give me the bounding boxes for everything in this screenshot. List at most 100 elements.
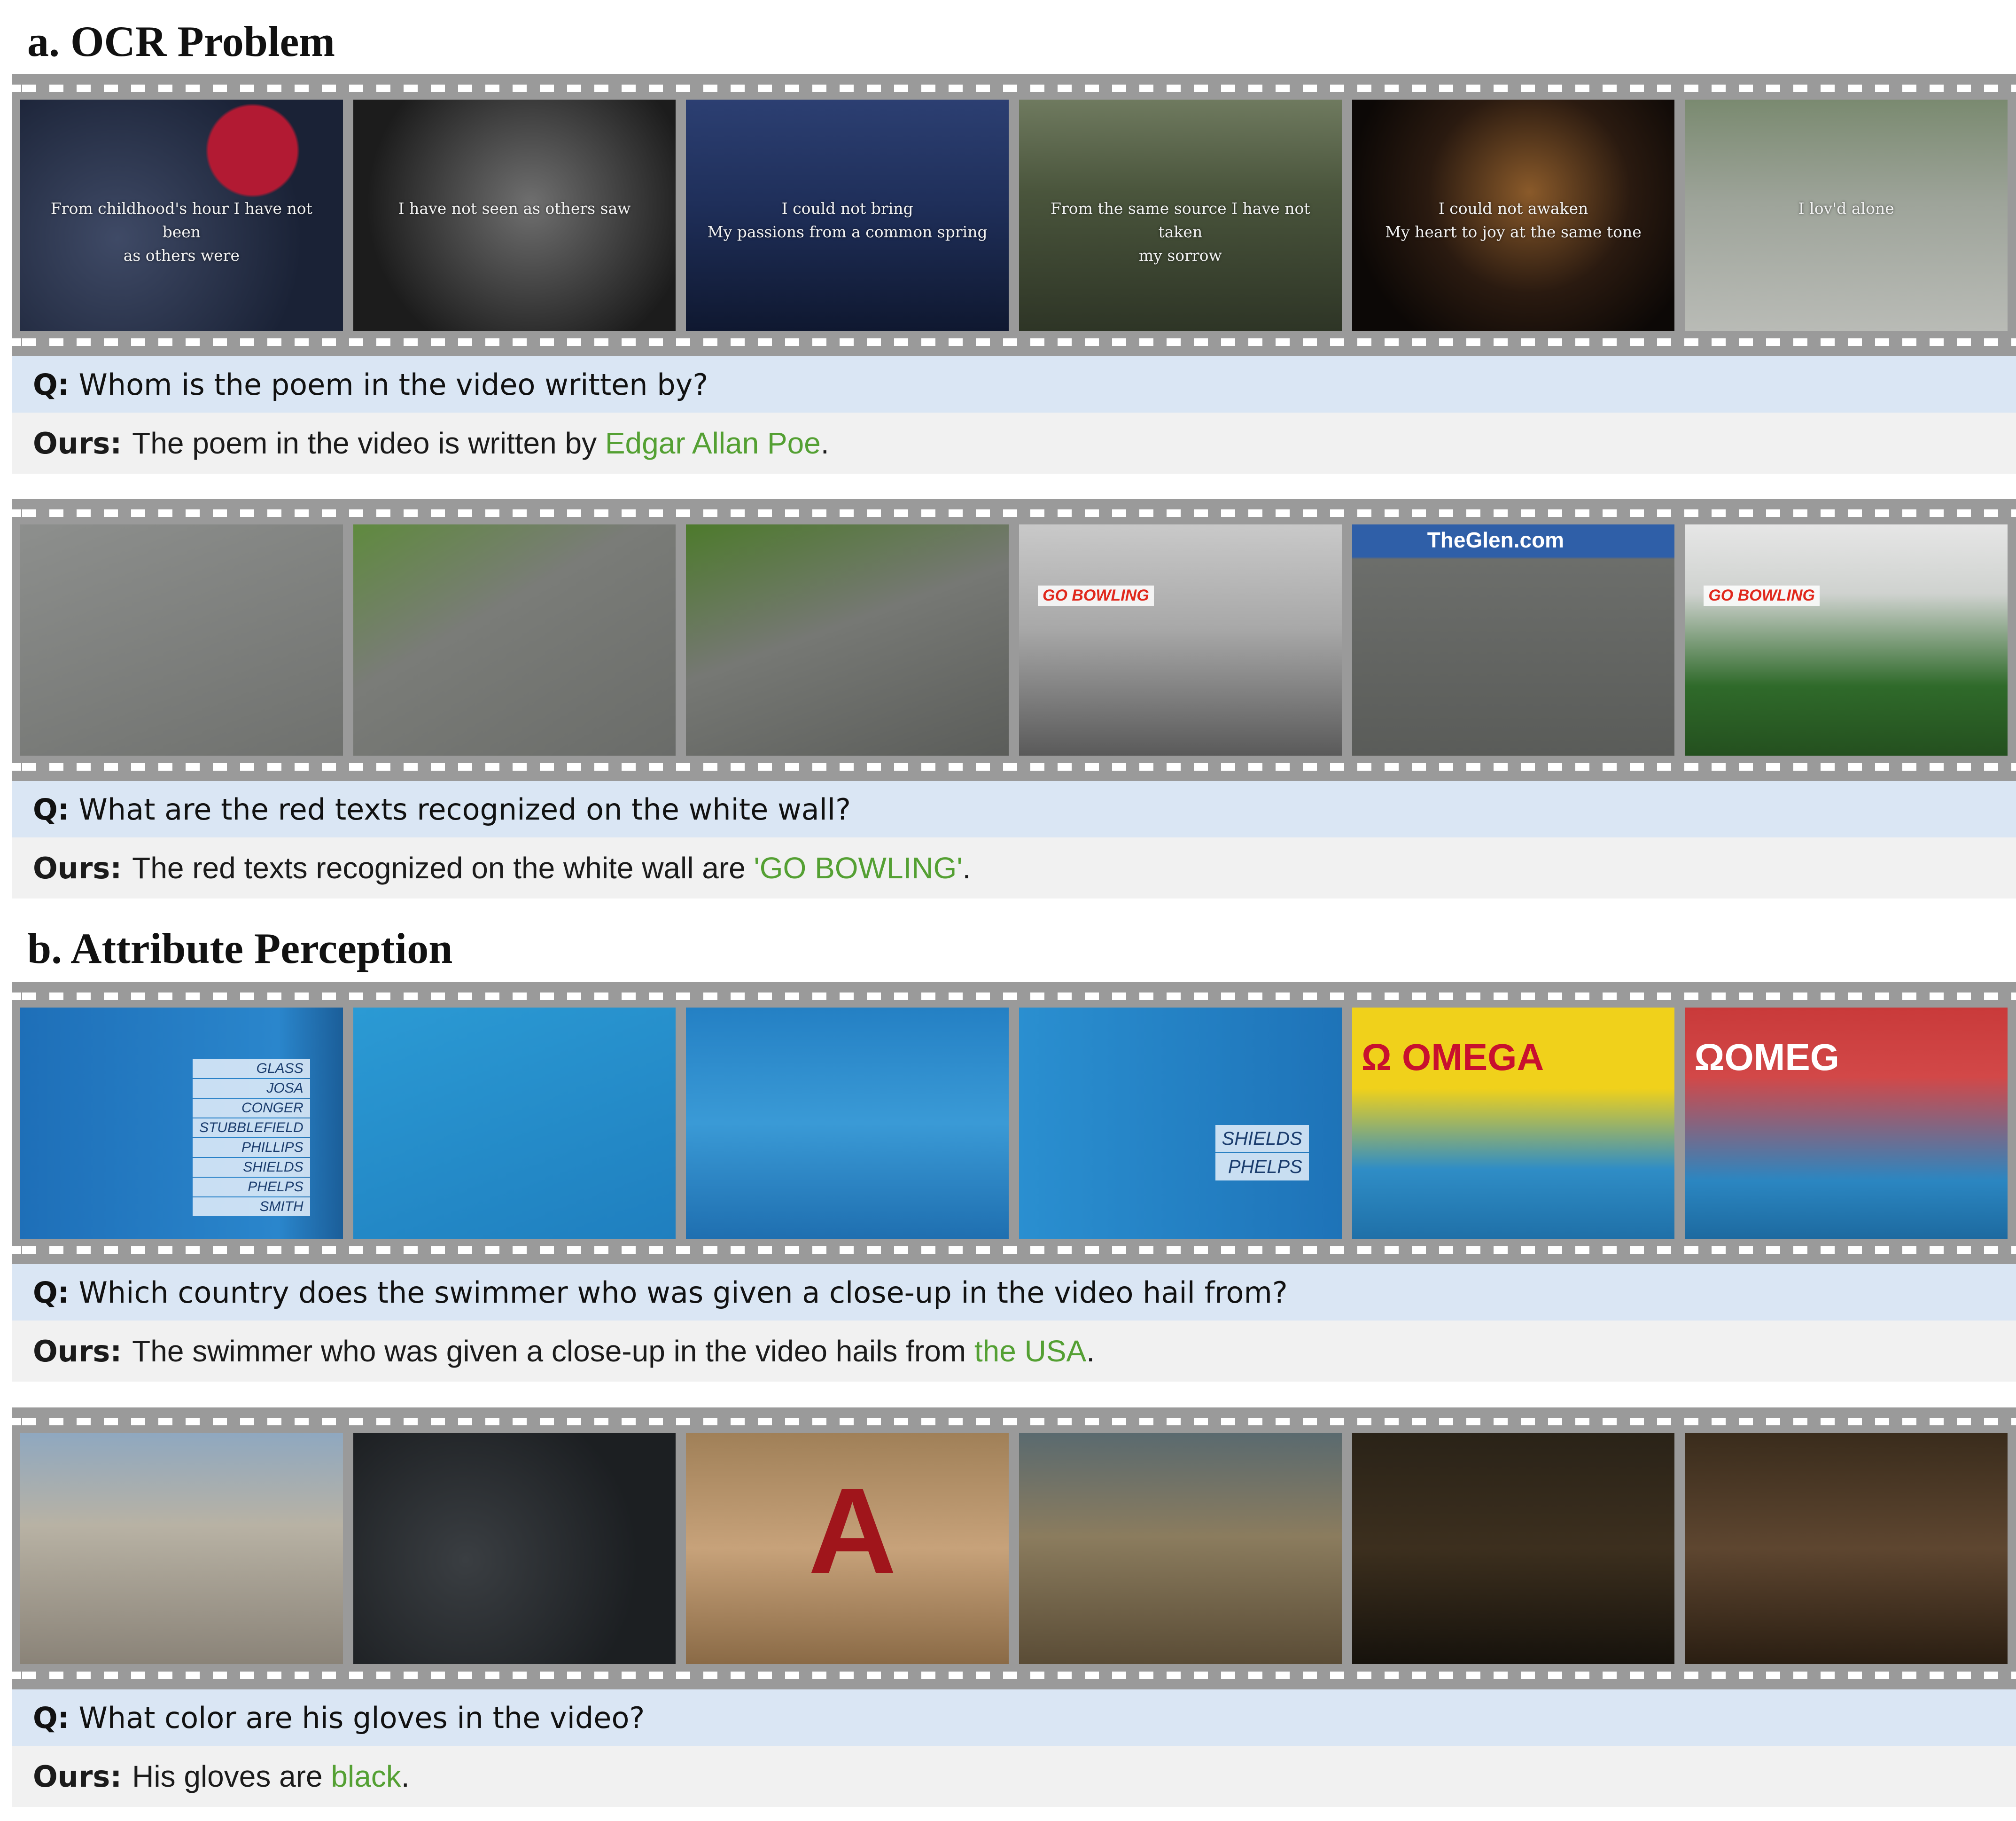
lane-name: PHELPS: [1215, 1153, 1309, 1180]
lane-name: SHIELDS: [1215, 1125, 1309, 1152]
film-perforation: [12, 763, 2016, 771]
answer-row: Ours: The poem in the video is written b…: [12, 413, 2016, 474]
answer-end: .: [401, 1759, 410, 1793]
lane-name: STUBBLEFIELD: [192, 1118, 310, 1137]
video-frame: From the same source I have not taken my…: [1019, 100, 1342, 331]
sponsor-banner: ΩOMEG: [1694, 1036, 1839, 1078]
attribute-example-2: A Q: What color are his gloves in the vi…: [12, 1407, 2016, 1807]
lane-name: JOSA: [192, 1079, 310, 1098]
ocr-example-2: GO BOWLING TheGlen.com GO BOWLING Q: What …: [12, 499, 2016, 899]
video-frame: [20, 1433, 343, 1664]
video-frame: TheGlen.com: [1352, 524, 1675, 756]
video-frame: [1352, 1433, 1675, 1664]
video-frame: [686, 1008, 1009, 1239]
answer-end: .: [1086, 1334, 1095, 1368]
answer-row: Ours: The swimmer who was given a close-…: [12, 1321, 2016, 1382]
question-text: What are the red texts recognized on the…: [78, 792, 851, 827]
question-row: Q: What are the red texts recognized on …: [12, 781, 2016, 837]
film-perforation: [12, 338, 2016, 346]
video-frame: I have not seen as others saw: [353, 100, 676, 331]
video-frame: GLASS JOSA CONGER STUBBLEFIELD PHILLIPS SHIEL…: [20, 1008, 343, 1239]
video-frame: From childhood's hour I have not been as…: [20, 100, 343, 331]
answer-text: The swimmer who was given a close-up in …: [132, 1334, 966, 1368]
answer-end: .: [962, 851, 971, 885]
question-row: Q: Whom is the poem in the video written…: [12, 356, 2016, 413]
answer-label: Ours:: [33, 1759, 122, 1794]
film-perforation: [12, 1418, 2016, 1425]
lane-name: SHIELDS: [192, 1158, 310, 1177]
answer-end: .: [820, 426, 829, 460]
answer-label: Ours:: [33, 1334, 122, 1368]
frame-caption: I could not awaken My heart to joy at th…: [1385, 199, 1642, 241]
answer-row: Ours: His gloves are black.: [12, 1746, 2016, 1807]
film-perforation: [12, 1672, 2016, 1679]
answer-highlight: Edgar Allan Poe: [605, 426, 821, 460]
answer-label: Ours:: [33, 426, 122, 461]
film-strip: GO BOWLING TheGlen.com GO BOWLING: [12, 499, 2016, 781]
sponsor-banner: Ω OMEGA: [1361, 1036, 1544, 1078]
question-label: Q:: [33, 1700, 70, 1735]
video-frame: GO BOWLING: [1019, 524, 1342, 756]
video-frame: [353, 1433, 676, 1664]
film-perforation: [12, 1246, 2016, 1254]
frame-caption: From childhood's hour I have not been as…: [50, 199, 312, 265]
frame-caption: From the same source I have not taken my…: [1051, 199, 1310, 265]
question-row: Q: What color are his gloves in the vide…: [12, 1689, 2016, 1746]
answer-highlight: the USA: [974, 1334, 1087, 1368]
lane-name-list: GLASS JOSA CONGER STUBBLEFIELD PHILLIPS SHIEL…: [192, 1059, 310, 1217]
video-frame: [353, 524, 676, 756]
video-frame: I lov'd alone: [1685, 100, 2008, 331]
answer-label: Ours:: [33, 851, 122, 885]
lane-name-list: SHIELDS PHELPS: [1215, 1125, 1309, 1181]
film-strip: GLASS JOSA CONGER STUBBLEFIELD PHILLIPS SHIEL…: [12, 982, 2016, 1264]
film-strip: From childhood's hour I have not been as…: [12, 74, 2016, 356]
video-frame: [686, 524, 1009, 756]
film-perforation: [12, 85, 2016, 92]
frame-row: From childhood's hour I have not been as…: [20, 100, 2008, 331]
frame-caption: I lov'd alone: [1798, 199, 1894, 218]
film-strip: A: [12, 1407, 2016, 1689]
question-label: Q:: [33, 1275, 70, 1310]
video-frame: I could not awaken My heart to joy at th…: [1352, 100, 1675, 331]
video-frame: GO BOWLING: [1685, 524, 2008, 756]
question-text: What color are his gloves in the video?: [78, 1700, 645, 1735]
lane-name: PHILLIPS: [192, 1138, 310, 1157]
question-row: Q: Which country does the swimmer who wa…: [12, 1264, 2016, 1321]
answer-highlight: black: [331, 1759, 401, 1793]
video-frame: [1685, 1433, 2008, 1664]
section-title-ocr: a. OCR Problem: [27, 17, 335, 65]
answer-text: His gloves are: [132, 1759, 323, 1793]
video-frame: Ω OMEGA: [1352, 1008, 1675, 1239]
video-frame: SHIELDS PHELPS: [1019, 1008, 1342, 1239]
lane-name: SMITH: [192, 1197, 310, 1216]
question-label: Q:: [33, 792, 70, 827]
frame-caption: I could not bring My passions from a com…: [707, 199, 988, 241]
wall-text-sign: GO BOWLING: [1038, 586, 1154, 606]
wall-text-sign: GO BOWLING: [1704, 586, 1820, 606]
video-frame: [353, 1008, 676, 1239]
question-text: Which country does the swimmer who was g…: [78, 1275, 1288, 1310]
track-banner: TheGlen.com: [1427, 528, 1565, 552]
video-frame: [1019, 1433, 1342, 1664]
section-title-attribute: b. Attribute Perception: [27, 924, 453, 972]
lane-name: CONGER: [192, 1099, 310, 1118]
lane-name: GLASS: [192, 1059, 310, 1078]
attribute-example-1: GLASS JOSA CONGER STUBBLEFIELD PHILLIPS SHIEL…: [12, 982, 2016, 1382]
video-frame: ΩOMEG: [1685, 1008, 2008, 1239]
question-label: Q:: [33, 367, 70, 402]
frame-caption: I have not seen as others saw: [398, 199, 631, 218]
video-frame: A: [686, 1433, 1009, 1664]
ocr-example-1: From childhood's hour I have not been as…: [12, 74, 2016, 474]
frame-row: GLASS JOSA CONGER STUBBLEFIELD PHILLIPS SHIEL…: [20, 1008, 2008, 1239]
frame-row: A: [20, 1433, 2008, 1664]
film-perforation: [12, 993, 2016, 1000]
answer-row: Ours: The red texts recognized on the wh…: [12, 837, 2016, 899]
wall-letter: A: [808, 1463, 897, 1599]
answer-text: The red texts recognized on the white wa…: [132, 851, 746, 885]
film-perforation: [12, 509, 2016, 517]
video-frame: [20, 524, 343, 756]
frame-row: GO BOWLING TheGlen.com GO BOWLING: [20, 524, 2008, 756]
answer-text: The poem in the video is written by: [132, 426, 597, 460]
answer-highlight: 'GO BOWLING': [754, 851, 963, 885]
question-text: Whom is the poem in the video written by…: [78, 367, 708, 402]
